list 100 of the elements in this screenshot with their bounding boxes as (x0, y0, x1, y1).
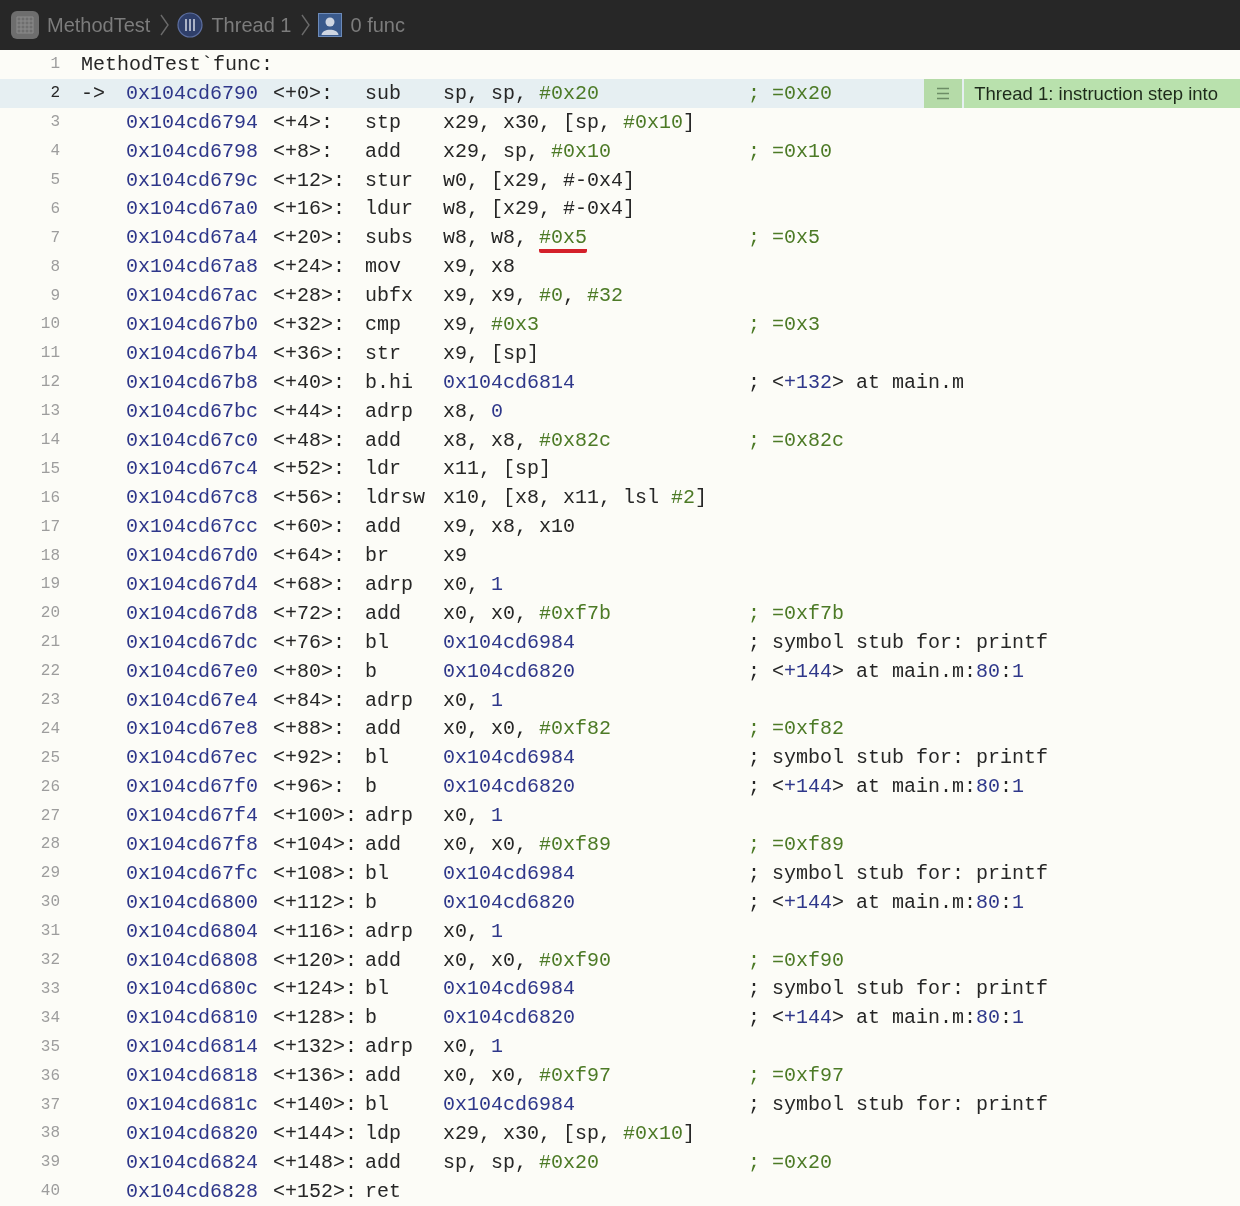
instruction-offset: <+100>: (273, 804, 358, 828)
thread-icon (177, 12, 204, 38)
line-number: 3 (49, 113, 60, 132)
instruction-offset: <+140>: (273, 1093, 358, 1116)
instruction-address: 0x104cd6798 (126, 139, 260, 163)
instruction-offset: <+32>: (273, 312, 346, 336)
line-number: 21 (39, 633, 60, 652)
instruction-address: 0x104cd67f4 (126, 804, 260, 828)
instruction-address: 0x104cd6794 (126, 110, 260, 134)
instruction-address: 0x104cd67b4 (126, 341, 260, 365)
chevron-icon (160, 14, 170, 36)
instruction-address: 0x104cd681c (126, 1093, 260, 1116)
operands: x9, x9, #0, #32 (443, 284, 624, 308)
mnemonic: subs (365, 226, 414, 250)
mnemonic: add (365, 601, 402, 625)
operands: 0x104cd6984 (443, 1093, 576, 1116)
operands: x0, 1 (443, 572, 504, 596)
instruction-offset: <+108>: (273, 861, 358, 885)
operands: x0, 1 (443, 919, 504, 943)
instruction-comment: ; =0x3 (748, 312, 820, 336)
instruction-offset: <+96>: (273, 775, 346, 799)
instruction-address: 0x104cd680c (126, 977, 260, 1001)
instruction-offset: <+8>: (273, 139, 334, 163)
instruction-address: 0x104cd67b8 (126, 370, 260, 394)
instruction-comment: ; =0x5 (748, 226, 820, 250)
instruction-offset: <+36>: (273, 341, 346, 365)
line-number: 31 (39, 922, 60, 941)
instruction-address: 0x104cd67d4 (126, 572, 260, 596)
line-number: 27 (39, 806, 60, 825)
breadcrumb-item[interactable]: MethodTest (47, 13, 151, 37)
instruction-address: 0x104cd67e4 (126, 688, 260, 712)
instruction-comment: ; symbol stub for: printf (748, 630, 1049, 654)
operands: 0x104cd6984 (443, 746, 576, 770)
instruction-comment: ; =0xf90 (748, 948, 844, 972)
instruction-offset: <+84>: (273, 688, 346, 712)
mnemonic: stp (365, 110, 402, 134)
instruction-comment: ; =0x10 (748, 139, 832, 163)
mnemonic: bl (365, 630, 390, 654)
mnemonic: b.hi (365, 370, 414, 394)
mnemonic: add (365, 948, 402, 972)
instruction-comment: ; <+144> at main.m:80:1 (748, 775, 1025, 799)
line-number: 30 (39, 893, 60, 912)
line-number: 12 (39, 373, 60, 392)
chevron-icon (301, 14, 311, 36)
mnemonic: adrp (365, 688, 414, 712)
line-number: 39 (39, 1153, 60, 1172)
instruction-offset: <+124>: (273, 977, 358, 1001)
instruction-comment: ; =0x20 (748, 81, 832, 105)
line-number: 2 (49, 84, 60, 103)
operands: x0, x0, #0xf7b (443, 601, 612, 625)
operands: sp, sp, #0x20 (443, 81, 600, 105)
mnemonic: add (365, 139, 402, 163)
instruction-offset: <+20>: (273, 226, 346, 250)
mnemonic: add (365, 1150, 402, 1174)
instruction-address: 0x104cd6828 (126, 1179, 260, 1203)
instruction-address: 0x104cd67b0 (126, 312, 260, 336)
operands: x0, x0, #0xf82 (443, 717, 612, 741)
instruction-offset: <+112>: (273, 890, 358, 914)
line-number: 35 (39, 1037, 60, 1056)
line-number: 5 (49, 171, 60, 189)
instruction-offset: <+72>: (273, 601, 346, 625)
line-number: 14 (39, 431, 60, 449)
line-number: 10 (39, 315, 60, 334)
operands: w8, w8, #0x5 (443, 226, 588, 250)
operands: x8, x8, #0x82c (443, 428, 612, 452)
mnemonic: adrp (365, 572, 414, 596)
instruction-offset: <+4>: (273, 110, 334, 134)
operands: 0x104cd6820 (443, 890, 576, 914)
instruction-address: 0x104cd67cc (126, 515, 260, 539)
line-number: 28 (39, 835, 60, 854)
line-number: 33 (39, 979, 60, 998)
instruction-address: 0x104cd6790 (126, 81, 260, 105)
line-number: 8 (49, 257, 60, 276)
mnemonic: bl (365, 977, 390, 1001)
instruction-offset: <+88>: (273, 717, 346, 741)
instruction-comment: ; symbol stub for: printf (748, 977, 1049, 1001)
operands: 0x104cd6984 (443, 861, 576, 885)
instruction-address: 0x104cd6814 (126, 1035, 260, 1059)
instruction-offset: <+56>: (273, 486, 346, 510)
operands: 0x104cd6984 (443, 630, 576, 654)
operands: x0, 1 (443, 688, 504, 712)
line-number: 32 (39, 951, 60, 970)
instruction-address: 0x104cd67ac (126, 284, 260, 308)
instruction-address: 0x104cd6810 (126, 1006, 260, 1030)
instruction-address: 0x104cd67c4 (126, 457, 260, 481)
operands: 0x104cd6820 (443, 775, 576, 799)
mnemonic: adrp (365, 399, 414, 423)
instruction-offset: <+152>: (273, 1179, 358, 1203)
operands: w8, [x29, #-0x4] (443, 197, 636, 221)
operands: x0, 1 (443, 1035, 504, 1059)
instruction-comment: ; =0xf82 (748, 717, 844, 741)
operands: x0, x0, #0xf97 (443, 1064, 612, 1088)
operands: x29, x30, [sp, #0x10] (443, 110, 696, 134)
breadcrumb-item[interactable]: 0 func (350, 13, 405, 37)
breadcrumb-item[interactable]: Thread 1 (211, 13, 292, 37)
instruction-comment: ; =0x20 (748, 1150, 832, 1174)
menu-icon[interactable] (924, 78, 963, 108)
instruction-address: 0x104cd67e0 (126, 659, 260, 683)
mnemonic: add (365, 833, 402, 856)
instruction-address: 0x104cd6804 (126, 919, 260, 943)
